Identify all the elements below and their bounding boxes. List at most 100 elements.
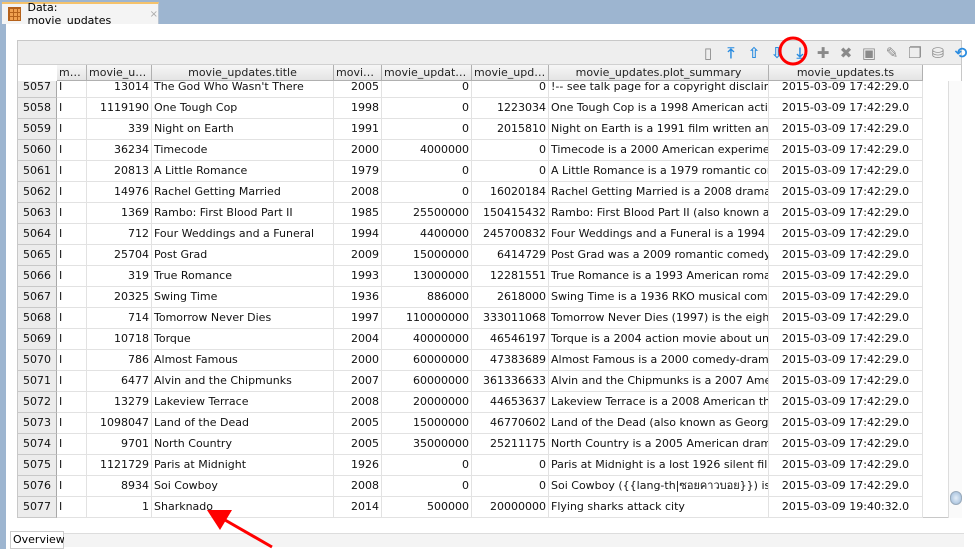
table-cell[interactable]: I — [57, 119, 87, 140]
scroll-thumb[interactable] — [950, 491, 962, 505]
table-cell[interactable]: A Little Romance — [152, 161, 334, 182]
table-cell[interactable]: 150415432 — [472, 203, 549, 224]
table-cell[interactable]: 0 — [472, 81, 549, 98]
table-cell[interactable]: Lakeview Terrace — [152, 392, 334, 413]
table-cell[interactable]: 500000 — [382, 497, 472, 518]
table-cell[interactable]: 1936 — [334, 287, 382, 308]
table-cell[interactable]: Four Weddings and a Funeral is a 1994 Bı — [549, 224, 769, 245]
database-icon[interactable]: ▯ — [699, 44, 717, 62]
table-cell[interactable]: 2015-03-09 17:42:29.0 — [769, 308, 923, 329]
table-row[interactable]: 5057 I 13014 The God Who Wasn't There 2005 0 0… — [18, 81, 923, 98]
table-cell[interactable]: Torque is a 2004 action movie about unc — [549, 329, 769, 350]
edit-icon[interactable]: ✎ — [883, 44, 901, 62]
table-cell[interactable]: 12281551 — [472, 266, 549, 287]
table-cell[interactable]: 2015810 — [472, 119, 549, 140]
table-cell[interactable]: Soi Cowboy — [152, 476, 334, 497]
table-row[interactable]: 5071 I 6477 Alvin and the Chipmunks 2007 6000… — [18, 371, 923, 392]
table-cell[interactable]: Swing Time is a 1936 RKO musical comec — [549, 287, 769, 308]
table-cell[interactable]: True Romance is a 1993 American romar — [549, 266, 769, 287]
column-header[interactable]: movie_updates.title — [152, 65, 334, 81]
table-cell[interactable]: I — [57, 308, 87, 329]
row-number[interactable]: 5068 — [18, 308, 57, 329]
table-cell[interactable]: 2015-03-09 17:42:29.0 — [769, 161, 923, 182]
table-row[interactable]: 5074 I 9701 North Country 2005 35000000 252111… — [18, 434, 923, 455]
table-cell[interactable]: 0 — [382, 119, 472, 140]
refresh-icon[interactable]: ⟲ — [952, 44, 970, 62]
last-row-icon[interactable]: ⤓ — [791, 44, 809, 62]
row-number[interactable]: 5063 — [18, 203, 57, 224]
table-cell[interactable]: Land of the Dead — [152, 413, 334, 434]
save-icon[interactable]: ▣ — [860, 44, 878, 62]
table-cell[interactable]: Timecode — [152, 140, 334, 161]
table-cell[interactable]: Paris at Midnight — [152, 455, 334, 476]
table-cell[interactable]: 2009 — [334, 245, 382, 266]
table-cell[interactable]: 2015-03-09 17:42:29.0 — [769, 266, 923, 287]
table-cell[interactable]: 0 — [382, 455, 472, 476]
table-cell[interactable]: 47383689 — [472, 350, 549, 371]
table-cell[interactable]: 2015-03-09 17:42:29.0 — [769, 329, 923, 350]
table-cell[interactable]: 2004 — [334, 329, 382, 350]
table-cell[interactable]: North Country — [152, 434, 334, 455]
table-cell[interactable]: 1993 — [334, 266, 382, 287]
table-cell[interactable]: I — [57, 182, 87, 203]
table-cell[interactable]: 1 — [87, 497, 152, 518]
table-cell[interactable]: 245700832 — [472, 224, 549, 245]
row-number[interactable]: 5057 — [18, 81, 57, 98]
table-cell[interactable]: 1119190 — [87, 98, 152, 119]
table-cell[interactable]: 20000000 — [382, 392, 472, 413]
table-cell[interactable]: 8934 — [87, 476, 152, 497]
table-cell[interactable]: 2015-03-09 17:42:29.0 — [769, 182, 923, 203]
table-cell[interactable]: 2008 — [334, 392, 382, 413]
table-cell[interactable]: 9701 — [87, 434, 152, 455]
table-cell[interactable]: 2015-03-09 17:42:29.0 — [769, 203, 923, 224]
table-cell[interactable]: North Country is a 2005 American drama — [549, 434, 769, 455]
horizontal-scrollbar[interactable] — [64, 533, 964, 547]
table-row[interactable]: 5070 I 786 Almost Famous 2000 60000000 4738368… — [18, 350, 923, 371]
table-cell[interactable]: Night on Earth is a 1991 film written an… — [549, 119, 769, 140]
table-cell[interactable]: 2618000 — [472, 287, 549, 308]
row-number[interactable]: 5075 — [18, 455, 57, 476]
table-cell[interactable]: 0 — [382, 476, 472, 497]
table-cell[interactable]: Flying sharks attack city — [549, 497, 769, 518]
table-row[interactable]: 5062 I 14976 Rachel Getting Married 2008 0 160… — [18, 182, 923, 203]
table-cell[interactable]: !-- see talk page for a copyright discla… — [549, 81, 769, 98]
row-number[interactable]: 5069 — [18, 329, 57, 350]
table-cell[interactable]: 25500000 — [382, 203, 472, 224]
table-cell[interactable]: One Tough Cop — [152, 98, 334, 119]
table-cell[interactable]: True Romance — [152, 266, 334, 287]
table-cell[interactable]: 1998 — [334, 98, 382, 119]
table-cell[interactable]: 2015-03-09 17:42:29.0 — [769, 245, 923, 266]
table-row[interactable]: 5060 I 36234 Timecode 2000 4000000 0 Timecode i… — [18, 140, 923, 161]
table-cell[interactable]: 1994 — [334, 224, 382, 245]
row-number[interactable]: 5067 — [18, 287, 57, 308]
table-cell[interactable]: 714 — [87, 308, 152, 329]
column-header[interactable]: movie_up... — [87, 65, 152, 81]
table-cell[interactable]: I — [57, 140, 87, 161]
table-cell[interactable]: I — [57, 81, 87, 98]
table-cell[interactable]: 25211175 — [472, 434, 549, 455]
commit-icon[interactable]: ⛁ — [929, 44, 947, 62]
table-cell[interactable]: 712 — [87, 224, 152, 245]
table-row[interactable]: 5061 I 20813 A Little Romance 1979 0 0 A Little… — [18, 161, 923, 182]
table-cell[interactable]: I — [57, 98, 87, 119]
table-cell[interactable]: Post Grad — [152, 245, 334, 266]
table-cell[interactable]: Torque — [152, 329, 334, 350]
table-cell[interactable]: 110000000 — [382, 308, 472, 329]
table-cell[interactable]: 0 — [382, 161, 472, 182]
row-number[interactable]: 5071 — [18, 371, 57, 392]
table-cell[interactable]: 20325 — [87, 287, 152, 308]
table-cell[interactable]: 0 — [382, 182, 472, 203]
row-number[interactable]: 5060 — [18, 140, 57, 161]
row-number[interactable]: 5073 — [18, 413, 57, 434]
row-number[interactable]: 5074 — [18, 434, 57, 455]
table-cell[interactable]: I — [57, 392, 87, 413]
table-cell[interactable]: 1121729 — [87, 455, 152, 476]
row-number[interactable]: 5064 — [18, 224, 57, 245]
table-cell[interactable]: 36234 — [87, 140, 152, 161]
table-cell[interactable]: I — [57, 455, 87, 476]
table-cell[interactable]: 20000000 — [472, 497, 549, 518]
table-cell[interactable]: 46546197 — [472, 329, 549, 350]
table-cell[interactable]: 786 — [87, 350, 152, 371]
table-cell[interactable]: Swing Time — [152, 287, 334, 308]
table-cell[interactable]: 44653637 — [472, 392, 549, 413]
